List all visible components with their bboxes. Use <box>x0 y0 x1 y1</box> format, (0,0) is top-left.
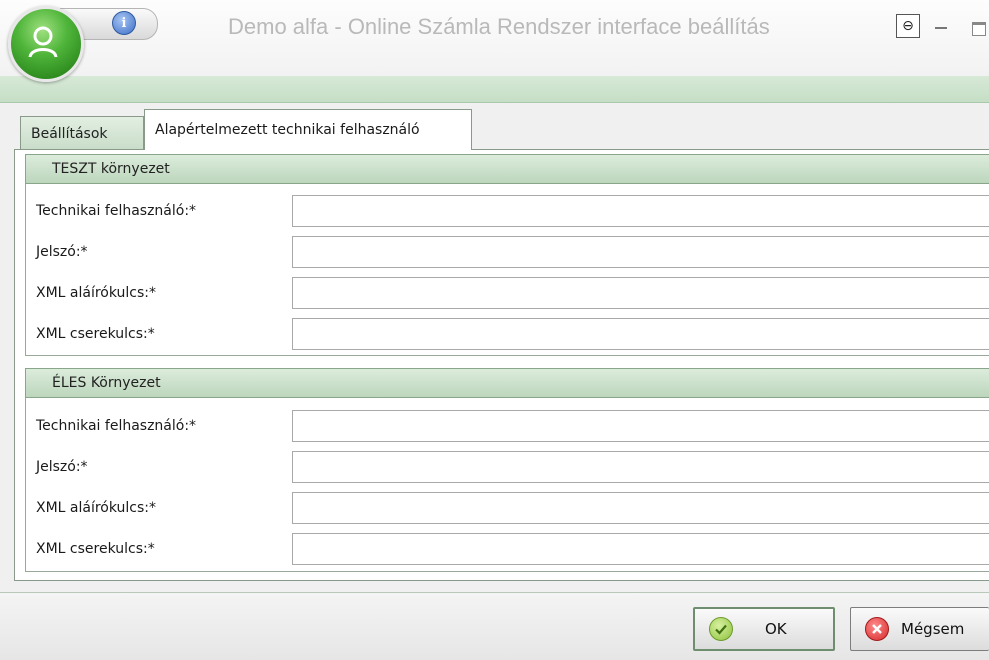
field-label: XML aláírókulcs:* <box>36 500 157 516</box>
cancel-x-icon <box>865 617 889 641</box>
tab-beallitasok[interactable]: Beállítások <box>20 116 144 150</box>
window-title: Demo alfa - Online Számla Rendszer inter… <box>228 14 770 39</box>
prod-xml-exchange-key-input[interactable] <box>292 533 989 565</box>
cancel-button-label: Mégsem <box>901 620 965 638</box>
test-xml-exchange-key-input[interactable] <box>292 318 989 350</box>
group-header-test: TESZT környezet <box>25 154 989 184</box>
tab-default-technical-user[interactable]: Alapértelmezett technikai felhasználó <box>144 109 472 150</box>
ribbon-band <box>0 76 989 103</box>
info-icon[interactable]: i <box>112 11 136 35</box>
field-label: XML aláírókulcs:* <box>36 285 157 301</box>
ok-button-label: OK <box>765 620 787 638</box>
field-label: XML cserekulcs:* <box>36 326 155 342</box>
maximize-icon[interactable] <box>972 22 986 36</box>
check-icon <box>709 617 733 641</box>
prod-technical-user-input[interactable] <box>292 410 989 442</box>
ok-button[interactable]: OK <box>693 607 835 651</box>
field-label: Jelszó:* <box>36 459 88 475</box>
test-password-input[interactable] <box>292 236 989 268</box>
group-test: Technikai felhasználó:* Jelszó:* XML alá… <box>25 184 989 356</box>
minimize-icon[interactable] <box>935 27 947 29</box>
prod-password-input[interactable] <box>292 451 989 483</box>
field-label: XML cserekulcs:* <box>36 541 155 557</box>
footer-bar <box>0 593 989 660</box>
field-label: Jelszó:* <box>36 244 88 260</box>
tab-panel: TESZT környezet Technikai felhasználó:* … <box>14 149 989 581</box>
prod-xml-signing-key-input[interactable] <box>292 492 989 524</box>
cancel-button[interactable]: Mégsem <box>850 607 989 651</box>
app-user-glyph <box>28 26 58 58</box>
group-production: Technikai felhasználó:* Jelszó:* XML alá… <box>25 398 989 572</box>
app-logo-icon[interactable] <box>8 6 84 82</box>
pin-icon[interactable]: ⊖ <box>896 14 920 38</box>
group-header-production: ÉLES Környezet <box>25 368 989 398</box>
field-label: Technikai felhasználó:* <box>36 418 197 434</box>
title-bar: i Demo alfa - Online Számla Rendszer int… <box>0 0 989 82</box>
field-label: Technikai felhasználó:* <box>36 203 197 219</box>
test-technical-user-input[interactable] <box>292 195 989 227</box>
test-xml-signing-key-input[interactable] <box>292 277 989 309</box>
